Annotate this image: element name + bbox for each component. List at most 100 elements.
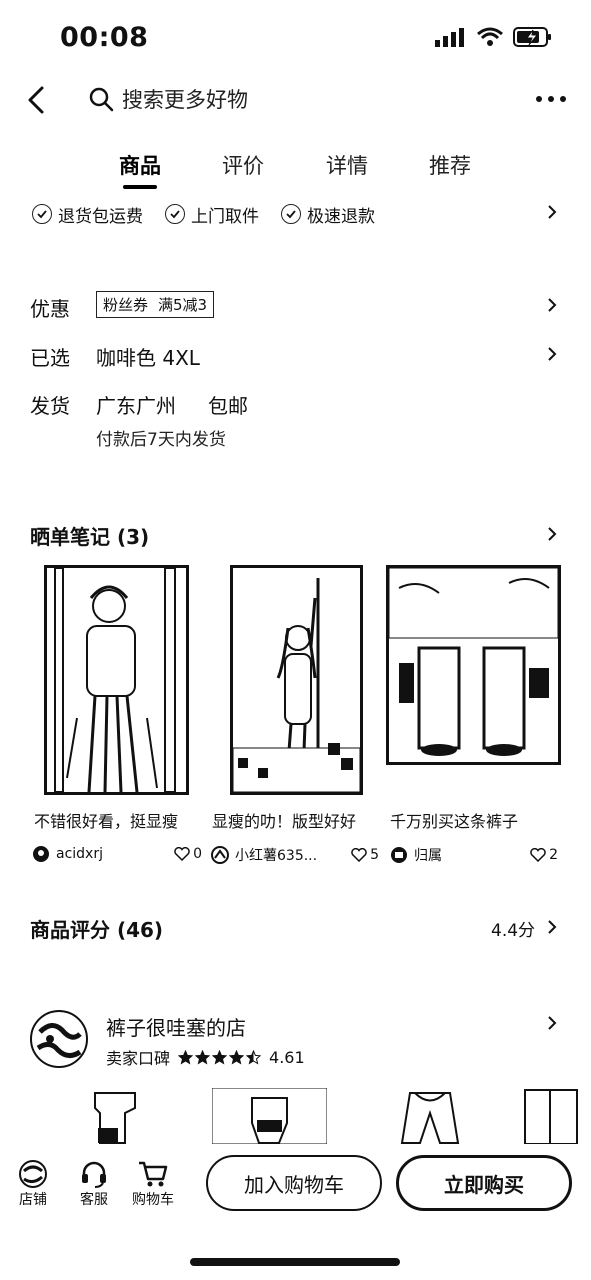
search-icon [89, 87, 114, 112]
notes-title[interactable]: 晒单笔记 (3) [30, 521, 149, 550]
heart-icon[interactable] [351, 848, 367, 862]
search-placeholder: 搜索更多好物 [122, 88, 248, 112]
note-caption: 不错很好看，挺显瘦 [34, 812, 179, 831]
note-image [386, 565, 561, 765]
pants-photo [389, 568, 558, 756]
product-thumbnail[interactable] [395, 1088, 465, 1144]
shop-icon [19, 1160, 47, 1188]
note-image [44, 565, 189, 795]
status-icons [435, 26, 553, 48]
signal-icon [435, 28, 464, 47]
tab-reviews[interactable]: 评价 [222, 150, 264, 180]
service-label: 极速退款 [307, 206, 375, 227]
note-likes: 2 [549, 847, 558, 863]
home-indicator [190, 1258, 400, 1266]
headset-icon [82, 1161, 106, 1188]
note-meta: 归属 2 [390, 845, 558, 865]
reviews-title[interactable]: 商品评分 (46) [30, 914, 163, 943]
note-card[interactable] [230, 565, 363, 795]
chevron-right-icon[interactable] [545, 1016, 559, 1030]
promo-label: 优惠 [30, 297, 70, 321]
shop-rating: 4.61 [269, 1047, 305, 1067]
more-icon[interactable] [531, 84, 571, 114]
service-label: 上门取件 [191, 206, 259, 227]
customer-service-button[interactable]: 客服 [79, 1159, 109, 1209]
tab-bar: 商品 评价 详情 推荐 [0, 150, 591, 194]
free-shipping: 包邮 [208, 394, 248, 418]
check-circle-icon [32, 204, 52, 224]
shop-label: 店铺 [19, 1192, 47, 1208]
battery-icon [513, 27, 551, 47]
bottom-bar: 店铺 客服 购物车 加入购物车 立即购买 [0, 1145, 591, 1225]
note-image [230, 565, 363, 795]
chevron-right-icon[interactable] [545, 527, 559, 541]
product-thumbnail[interactable] [520, 1088, 580, 1145]
star-icon [178, 1049, 194, 1065]
avatar-icon [33, 846, 49, 862]
avatar-icon [211, 846, 229, 864]
note-author: 小红薯635... [235, 848, 318, 864]
reputation-label: 卖家口碑 [106, 1049, 171, 1068]
note-card[interactable] [44, 565, 189, 795]
service-guarantees[interactable]: 退货包运费 上门取件 极速退款 [32, 200, 562, 228]
note-likes: 5 [370, 847, 379, 863]
reviews-score: 4.4分 [491, 921, 536, 941]
person-photo [54, 568, 176, 792]
status-time: 00:08 [60, 22, 149, 53]
back-icon[interactable] [20, 82, 56, 118]
service-item: 上门取件 [165, 202, 259, 227]
coupon-value: 满5减3 [158, 296, 208, 314]
service-label: 退货包运费 [58, 206, 143, 227]
shop-button[interactable]: 店铺 [16, 1159, 50, 1209]
tab-product[interactable]: 商品 [119, 150, 161, 180]
person-photo [233, 578, 360, 792]
product-thumbnail[interactable] [211, 1087, 328, 1145]
service-item: 退货包运费 [32, 202, 143, 227]
heart-icon[interactable] [530, 848, 546, 862]
star-icon [229, 1049, 245, 1065]
shipping-label: 发货 [30, 394, 70, 418]
cart-icon [139, 1161, 168, 1187]
note-meta: acidxrj 0 [32, 845, 202, 863]
note-caption: 显瘦的叻！版型好好 [212, 812, 357, 831]
active-tab-indicator [123, 185, 157, 189]
note-author: acidxrj [56, 846, 103, 862]
heart-icon[interactable] [174, 847, 190, 861]
tab-details[interactable]: 详情 [326, 150, 368, 180]
avatar-icon [391, 847, 407, 863]
coupon-badge[interactable]: 粉丝券 满5减3 [96, 291, 215, 318]
selected-label: 已选 [30, 346, 70, 370]
shop-name[interactable]: 裤子很哇塞的店 [106, 1012, 246, 1041]
rating-stars [178, 1049, 262, 1065]
shop-logo [36, 1023, 82, 1058]
wifi-icon [477, 27, 503, 46]
cart-button[interactable]: 购物车 [132, 1159, 174, 1209]
chevron-right-icon[interactable] [545, 347, 559, 361]
star-icon [246, 1049, 262, 1065]
coupon-tag: 粉丝券 [103, 296, 149, 314]
service-item: 极速退款 [281, 202, 375, 227]
buy-now-button[interactable]: 立即购买 [396, 1155, 572, 1211]
check-circle-icon [281, 204, 301, 224]
tab-recommend[interactable]: 推荐 [429, 150, 471, 180]
chevron-right-icon[interactable] [545, 920, 559, 934]
chevron-right-icon[interactable] [545, 298, 559, 312]
note-card[interactable] [386, 565, 561, 765]
note-likes: 0 [193, 846, 202, 862]
service-label: 客服 [80, 1192, 108, 1208]
shop-avatar[interactable] [30, 1010, 88, 1068]
star-icon [195, 1049, 211, 1065]
cart-label: 购物车 [132, 1192, 174, 1208]
shop-reputation: 卖家口碑 4.61 [106, 1045, 305, 1069]
chevron-right-icon[interactable] [545, 205, 559, 219]
check-circle-icon [165, 204, 185, 224]
product-thumbnail[interactable] [90, 1088, 148, 1144]
star-icon [212, 1049, 228, 1065]
note-author: 归属 [414, 848, 442, 864]
add-to-cart-button[interactable]: 加入购物车 [206, 1155, 382, 1211]
note-meta: 小红薯635... 5 [211, 845, 379, 865]
shipping-note: 付款后7天内发货 [96, 430, 226, 450]
selected-value[interactable]: 咖啡色 4XL [96, 342, 200, 371]
note-caption: 千万别买这条裤子 [390, 812, 519, 831]
search-bar[interactable]: 搜索更多好物 [88, 84, 248, 114]
